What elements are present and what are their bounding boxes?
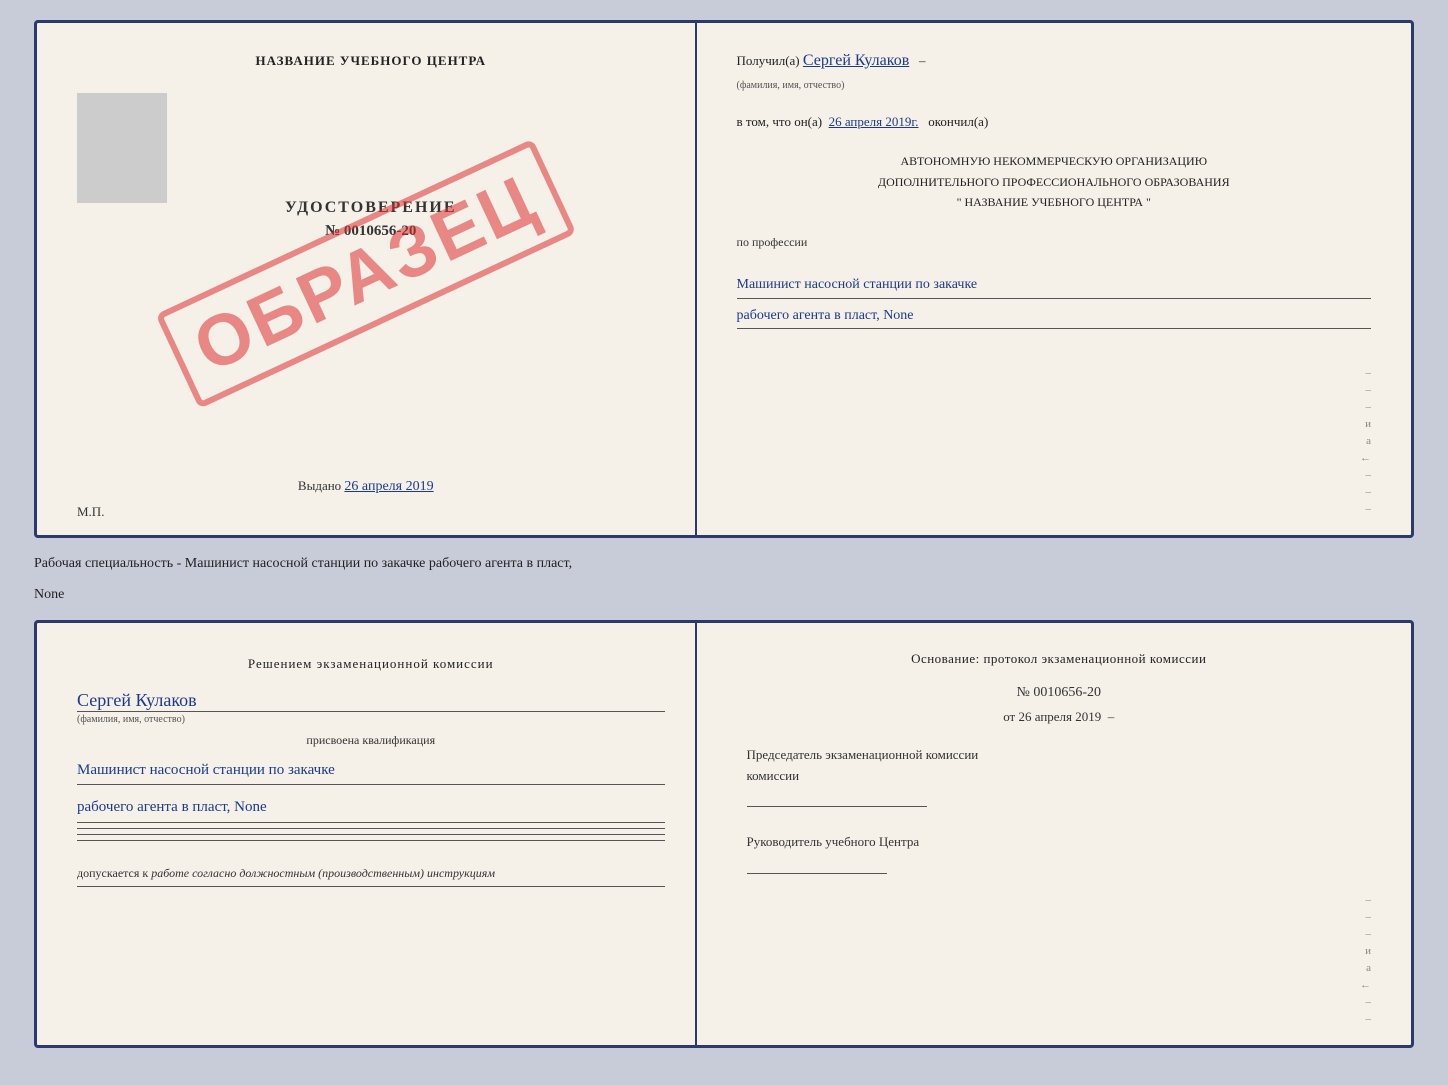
profession-line2: рабочего агента в пласт, None xyxy=(737,303,1371,329)
predsedatel-label: Председатель экзаменационной комиссии xyxy=(747,747,979,762)
right-marks: – – – и а ← – – – xyxy=(737,347,1371,515)
dopuskaetsya-block: допускается к работе согласно должностны… xyxy=(77,866,665,881)
org-line1: АВТОНОМНУЮ НЕКОММЕРЧЕСКУЮ ОРГАНИЗАЦИЮ xyxy=(737,151,1371,171)
specialty-text: Рабочая специальность - Машинист насосно… xyxy=(34,548,1414,579)
protocol-date-value: 26 апреля 2019 xyxy=(1018,709,1101,724)
cert-right-panel: Получил(a) Сергей Кулаков – (фамилия, им… xyxy=(697,23,1411,535)
vydano-line: Выдано 26 апреля 2019 xyxy=(37,478,695,495)
top-certificate-wrapper: НАЗВАНИЕ УЧЕБНОГО ЦЕНТРА ОБРАЗЕЦ УДОСТОВ… xyxy=(34,20,1414,538)
obrazets-stamp: ОБРАЗЕЦ xyxy=(155,139,576,409)
vydano-date: 26 апреля 2019 xyxy=(344,479,433,494)
poluchil-label: Получил(a) xyxy=(737,53,800,68)
bottom-line-3 xyxy=(77,840,665,841)
bottom-familiya-label: (фамилия, имя, отчество) xyxy=(77,711,665,725)
number-label: № 0010656-20 xyxy=(1016,685,1101,700)
poluchil-name: Сергей Кулаков xyxy=(803,52,909,69)
bottom-name: Сергей Кулаков xyxy=(77,690,665,711)
bottom-line-1 xyxy=(77,828,665,829)
predsedatel-subline: комиссии xyxy=(747,768,800,783)
cert-left-panel: НАЗВАНИЕ УЧЕБНОГО ЦЕНТРА ОБРАЗЕЦ УДОСТОВ… xyxy=(37,23,697,535)
bottom-line-4 xyxy=(77,886,665,887)
bottom-certificate: Решением экзаменационной комиссии Сергей… xyxy=(34,620,1414,1048)
qual-line2: рабочего агента в пласт, None xyxy=(77,793,665,823)
org-line3: " НАЗВАНИЕ УЧЕБНОГО ЦЕНТРА " xyxy=(737,192,1371,212)
bottom-line-2 xyxy=(77,834,665,835)
vydano-label: Выдано xyxy=(298,478,341,493)
cert-left-title: НАЗВАНИЕ УЧЕБНОГО ЦЕНТРА xyxy=(77,53,665,69)
top-certificate: НАЗВАНИЕ УЧЕБНОГО ЦЕНТРА ОБРАЗЕЦ УДОСТОВ… xyxy=(34,20,1414,538)
bottom-certificate-wrapper: Решением экзаменационной комиссии Сергей… xyxy=(34,620,1414,1048)
resheniem-label: Решением экзаменационной комиссии xyxy=(77,653,665,675)
prisvoena-label: присвоена квалификация xyxy=(77,733,665,748)
osnovanie-label: Основание: протокол экзаменационной коми… xyxy=(747,648,1371,670)
okonchil-label: окончил(а) xyxy=(928,114,988,129)
rukovoditel-block: Руководитель учебного Центра xyxy=(747,832,1371,853)
po-professii-label: по профессии xyxy=(737,235,1371,250)
org-line2: ДОПОЛНИТЕЛЬНОГО ПРОФЕССИОНАЛЬНОГО ОБРАЗО… xyxy=(737,172,1371,192)
mp-label: М.П. xyxy=(77,504,104,520)
photo-placeholder xyxy=(77,93,167,203)
rukovoditel-label: Руководитель учебного Центра xyxy=(747,834,920,849)
vtom-date: 26 апреля 2019г. xyxy=(829,114,919,129)
specialty-text2: None xyxy=(34,579,1414,610)
poluchil-field: Получил(a) Сергей Кулаков – (фамилия, им… xyxy=(737,48,1371,94)
ot-label: от xyxy=(1003,709,1015,724)
dopuskaetsya-text: работе согласно должностным (производств… xyxy=(151,866,495,880)
bottom-right-marks: – – – и а ← – – xyxy=(747,874,1371,1025)
profession-line1: Машинист насосной станции по закачке xyxy=(737,272,1371,298)
protocol-number: № 0010656-20 xyxy=(747,685,1371,701)
familiya-label: (фамилия, имя, отчество) xyxy=(737,80,845,91)
dopuskaetsya-label: допускается к xyxy=(77,866,148,880)
cert-bottom-right: Основание: протокол экзаменационной коми… xyxy=(697,623,1411,1045)
specialty-text-block: Рабочая специальность - Машинист насосно… xyxy=(34,548,1414,610)
qual-line1: Машинист насосной станции по закачке xyxy=(77,756,665,786)
predsedatel-block: Председатель экзаменационной комиссии ко… xyxy=(747,745,1371,787)
vtom-label: в том, что он(а) xyxy=(737,114,823,129)
org-block: АВТОНОМНУЮ НЕКОММЕРЧЕСКУЮ ОРГАНИЗАЦИЮ ДО… xyxy=(737,151,1371,212)
cert-number: № 0010656-20 xyxy=(77,223,665,240)
predsedatel-signature-line xyxy=(747,806,927,807)
protocol-date: от 26 апреля 2019 – xyxy=(747,709,1371,725)
document-container: НАЗВАНИЕ УЧЕБНОГО ЦЕНТРА ОБРАЗЕЦ УДОСТОВ… xyxy=(34,20,1414,1048)
cert-bottom-left: Решением экзаменационной комиссии Сергей… xyxy=(37,623,697,1045)
profession-block: Машинист насосной станции по закачке раб… xyxy=(737,268,1371,328)
vtom-field: в том, что он(а) 26 апреля 2019г. окончи… xyxy=(737,112,1371,133)
